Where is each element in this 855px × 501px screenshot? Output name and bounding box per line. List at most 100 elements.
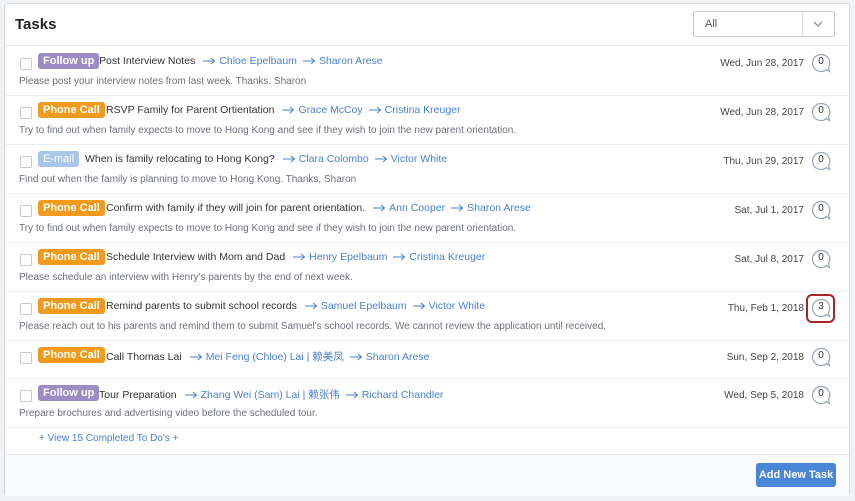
task-title[interactable]: When is family relocating to Hong Kong? xyxy=(85,153,275,165)
page-title: Tasks xyxy=(15,16,57,33)
comment-button[interactable]: 0 xyxy=(811,53,831,73)
task-row[interactable]: Phone Call RSVP Family for Parent Ortien… xyxy=(5,96,849,145)
task-assignee[interactable]: Cristina Kreuger xyxy=(368,104,461,116)
view-completed-link[interactable]: + View 15 Completed To Do's + xyxy=(39,433,178,444)
task-assigner[interactable]: Clara Colombo xyxy=(282,153,369,165)
arrow-right-icon xyxy=(349,353,363,360)
task-assigner-name: Zhang Wei (Sam) Lai | 赖张伟 xyxy=(200,389,340,401)
task-checkbox[interactable] xyxy=(20,156,32,168)
task-type-badge: Phone Call xyxy=(38,347,105,363)
arrow-right-icon xyxy=(203,57,216,65)
task-assigner[interactable]: Mei Feng (Chloe) Lai | 赖美凤 xyxy=(189,349,344,364)
comment-button[interactable]: 0 xyxy=(811,347,831,367)
task-assigner[interactable]: Grace McCoy xyxy=(282,104,363,116)
task-description: Find out when the family is planning to … xyxy=(19,174,357,185)
arrow-right-icon xyxy=(304,302,318,310)
task-description: Please schedule an interview with Henry'… xyxy=(19,272,353,283)
comment-button[interactable]: 0 xyxy=(811,151,831,171)
filter-dropdown[interactable]: All xyxy=(693,11,835,37)
task-title[interactable]: Schedule Interview with Mom and Dad xyxy=(106,251,285,263)
task-title[interactable]: Remind parents to submit school records xyxy=(106,300,297,312)
task-assignee-name: Victor White xyxy=(390,153,448,165)
task-assignee[interactable]: Victor White xyxy=(374,153,448,165)
comment-button[interactable]: 0 xyxy=(811,200,831,220)
task-assignee[interactable]: Richard Chandler xyxy=(345,388,444,401)
comment-button[interactable]: 0 xyxy=(811,385,831,405)
comment-count: 0 xyxy=(818,252,824,263)
task-title[interactable]: Post Interview Notes xyxy=(99,55,195,67)
task-title[interactable]: Call Thomas Lai xyxy=(106,351,182,363)
task-assigner-name: Chloe Epelbaum xyxy=(219,55,297,67)
task-due-date: Thu, Feb 1, 2018 xyxy=(727,303,804,314)
task-due-date: Sat, Jul 1, 2017 xyxy=(734,205,805,216)
task-assignee-name: Cristina Kreuger xyxy=(384,104,461,116)
tasks-panel: Tasks All Follow up Post Interview Notes… xyxy=(4,3,850,496)
task-assigner-name: Samuel Epelbaum xyxy=(320,300,407,312)
task-row[interactable]: E-mail When is family relocating to Hong… xyxy=(5,145,849,194)
task-type-badge: E-mail xyxy=(38,151,80,167)
task-title[interactable]: Tour Preparation xyxy=(99,389,177,401)
task-type-badge: Follow up xyxy=(38,53,100,69)
task-assignee-name: Sharon Arese xyxy=(365,350,430,363)
task-checkbox[interactable] xyxy=(20,390,32,402)
task-title[interactable]: RSVP Family for Parent Ortientation xyxy=(106,104,274,116)
task-checkbox[interactable] xyxy=(20,254,32,266)
task-row[interactable]: Phone Call Confirm with family if they w… xyxy=(5,194,849,243)
arrow-right-icon xyxy=(393,253,406,261)
task-assigner[interactable]: Ann Cooper xyxy=(373,202,445,214)
arrow-right-icon xyxy=(412,302,425,310)
task-checkbox[interactable] xyxy=(20,107,32,119)
task-row[interactable]: Follow up Tour Preparation Zhang Wei (Sa… xyxy=(5,379,849,428)
filter-value: All xyxy=(705,18,718,30)
task-due-date: Sun, Sep 2, 2018 xyxy=(726,352,804,363)
task-title-line: Post Interview Notes Chloe Epelbaum Shar… xyxy=(99,55,389,67)
task-assignee-name: Sharon Arese xyxy=(467,202,531,214)
comment-button[interactable]: 3 xyxy=(806,294,835,323)
task-title-line: Tour Preparation Zhang Wei (Sam) Lai | 赖… xyxy=(99,387,449,402)
comment-count: 0 xyxy=(818,388,824,399)
task-assigner[interactable]: Samuel Epelbaum xyxy=(304,300,407,312)
task-title-line: Call Thomas Lai Mei Feng (Chloe) Lai | 赖… xyxy=(106,349,435,364)
task-assigner[interactable]: Chloe Epelbaum xyxy=(203,55,297,67)
task-checkbox[interactable] xyxy=(20,352,32,364)
task-title-line: RSVP Family for Parent Ortientation Grac… xyxy=(106,104,467,116)
task-description: Try to find out when family expects to m… xyxy=(19,125,517,136)
comment-count: 3 xyxy=(818,301,824,312)
task-assigner-name: Ann Cooper xyxy=(389,202,446,214)
task-title[interactable]: Confirm with family if they will join fo… xyxy=(106,202,365,214)
task-row[interactable]: Phone Call Remind parents to submit scho… xyxy=(5,292,849,341)
task-assigner[interactable]: Zhang Wei (Sam) Lai | 赖张伟 xyxy=(184,387,340,402)
arrow-right-icon xyxy=(373,204,386,212)
add-new-task-button[interactable]: Add New Task xyxy=(756,463,836,487)
task-assignee[interactable]: Cristina Kreuger xyxy=(393,251,485,263)
task-checkbox[interactable] xyxy=(20,205,32,217)
task-row[interactable]: Phone Call Schedule Interview with Mom a… xyxy=(5,243,849,292)
comment-button[interactable]: 0 xyxy=(811,102,831,122)
arrow-right-icon xyxy=(451,204,464,212)
chevron-down-icon xyxy=(813,21,823,27)
arrow-right-icon xyxy=(189,353,202,360)
task-checkbox[interactable] xyxy=(20,303,32,315)
comment-count: 0 xyxy=(818,105,824,116)
task-row[interactable]: Phone Call Call Thomas Lai Mei Feng (Chl… xyxy=(5,341,849,379)
arrow-right-icon xyxy=(282,155,295,163)
task-assignee[interactable]: Sharon Arese xyxy=(451,202,531,214)
comment-button[interactable]: 0 xyxy=(811,249,831,269)
task-assignee[interactable]: Sharon Arese xyxy=(349,350,430,363)
task-checkbox[interactable] xyxy=(20,58,32,70)
task-assignee-name: Richard Chandler xyxy=(361,388,444,401)
task-title-line: Confirm with family if they will join fo… xyxy=(106,202,537,214)
task-assignee-name: Cristina Kreuger xyxy=(409,251,486,263)
task-assignee[interactable]: Victor White xyxy=(412,300,485,312)
arrow-right-icon xyxy=(345,391,358,398)
task-assigner[interactable]: Henry Epelbaum xyxy=(293,251,387,263)
task-description: Please reach out to his parents and remi… xyxy=(19,321,607,332)
task-title-line: Schedule Interview with Mom and Dad Henr… xyxy=(106,251,491,263)
task-due-date: Thu, Jun 29, 2017 xyxy=(723,156,804,167)
task-row[interactable]: Follow up Post Interview Notes Chloe Epe… xyxy=(5,47,849,96)
panel-header: Tasks All xyxy=(5,4,849,46)
task-type-badge: Phone Call xyxy=(38,200,105,216)
task-title-line: Remind parents to submit school records … xyxy=(106,300,491,312)
task-assignee[interactable]: Sharon Arese xyxy=(302,55,383,67)
panel-footer: Add New Task xyxy=(5,454,849,496)
